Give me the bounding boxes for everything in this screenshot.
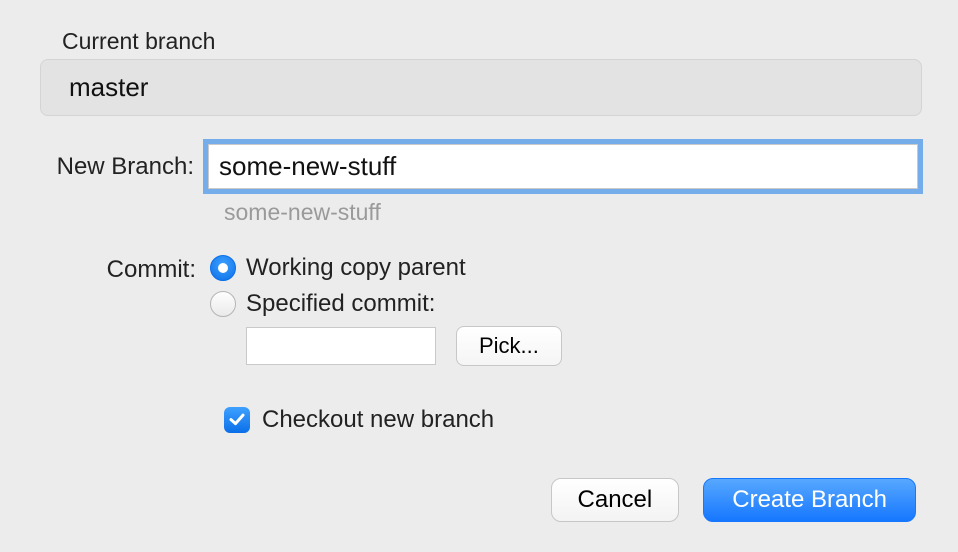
pick-button[interactable]: Pick... <box>456 326 562 366</box>
radio-dot-icon <box>210 291 236 317</box>
radio-working-copy-parent[interactable]: Working copy parent <box>210 254 562 282</box>
specified-commit-input[interactable] <box>246 327 436 365</box>
dialog-buttons: Cancel Create Branch <box>40 478 918 522</box>
commit-label: Commit: <box>40 254 210 366</box>
cancel-button[interactable]: Cancel <box>551 478 680 522</box>
new-branch-hint: some-new-stuff <box>224 199 918 226</box>
new-branch-row: New Branch: <box>40 144 918 189</box>
new-branch-input[interactable] <box>208 144 918 189</box>
checkmark-icon <box>224 407 250 433</box>
checkout-new-branch-label: Checkout new branch <box>262 406 494 434</box>
checkout-new-branch-checkbox[interactable]: Checkout new branch <box>224 406 918 434</box>
create-branch-dialog: Current branch master New Branch: some-n… <box>0 0 958 552</box>
radio-working-copy-parent-label: Working copy parent <box>246 254 466 282</box>
current-branch-value: master <box>40 59 922 116</box>
radio-specified-commit[interactable]: Specified commit: <box>210 290 562 318</box>
radio-dot-icon <box>210 255 236 281</box>
radio-specified-commit-label: Specified commit: <box>246 290 435 318</box>
create-branch-button[interactable]: Create Branch <box>703 478 916 522</box>
current-branch-label: Current branch <box>62 28 918 55</box>
new-branch-label: New Branch: <box>40 153 208 181</box>
